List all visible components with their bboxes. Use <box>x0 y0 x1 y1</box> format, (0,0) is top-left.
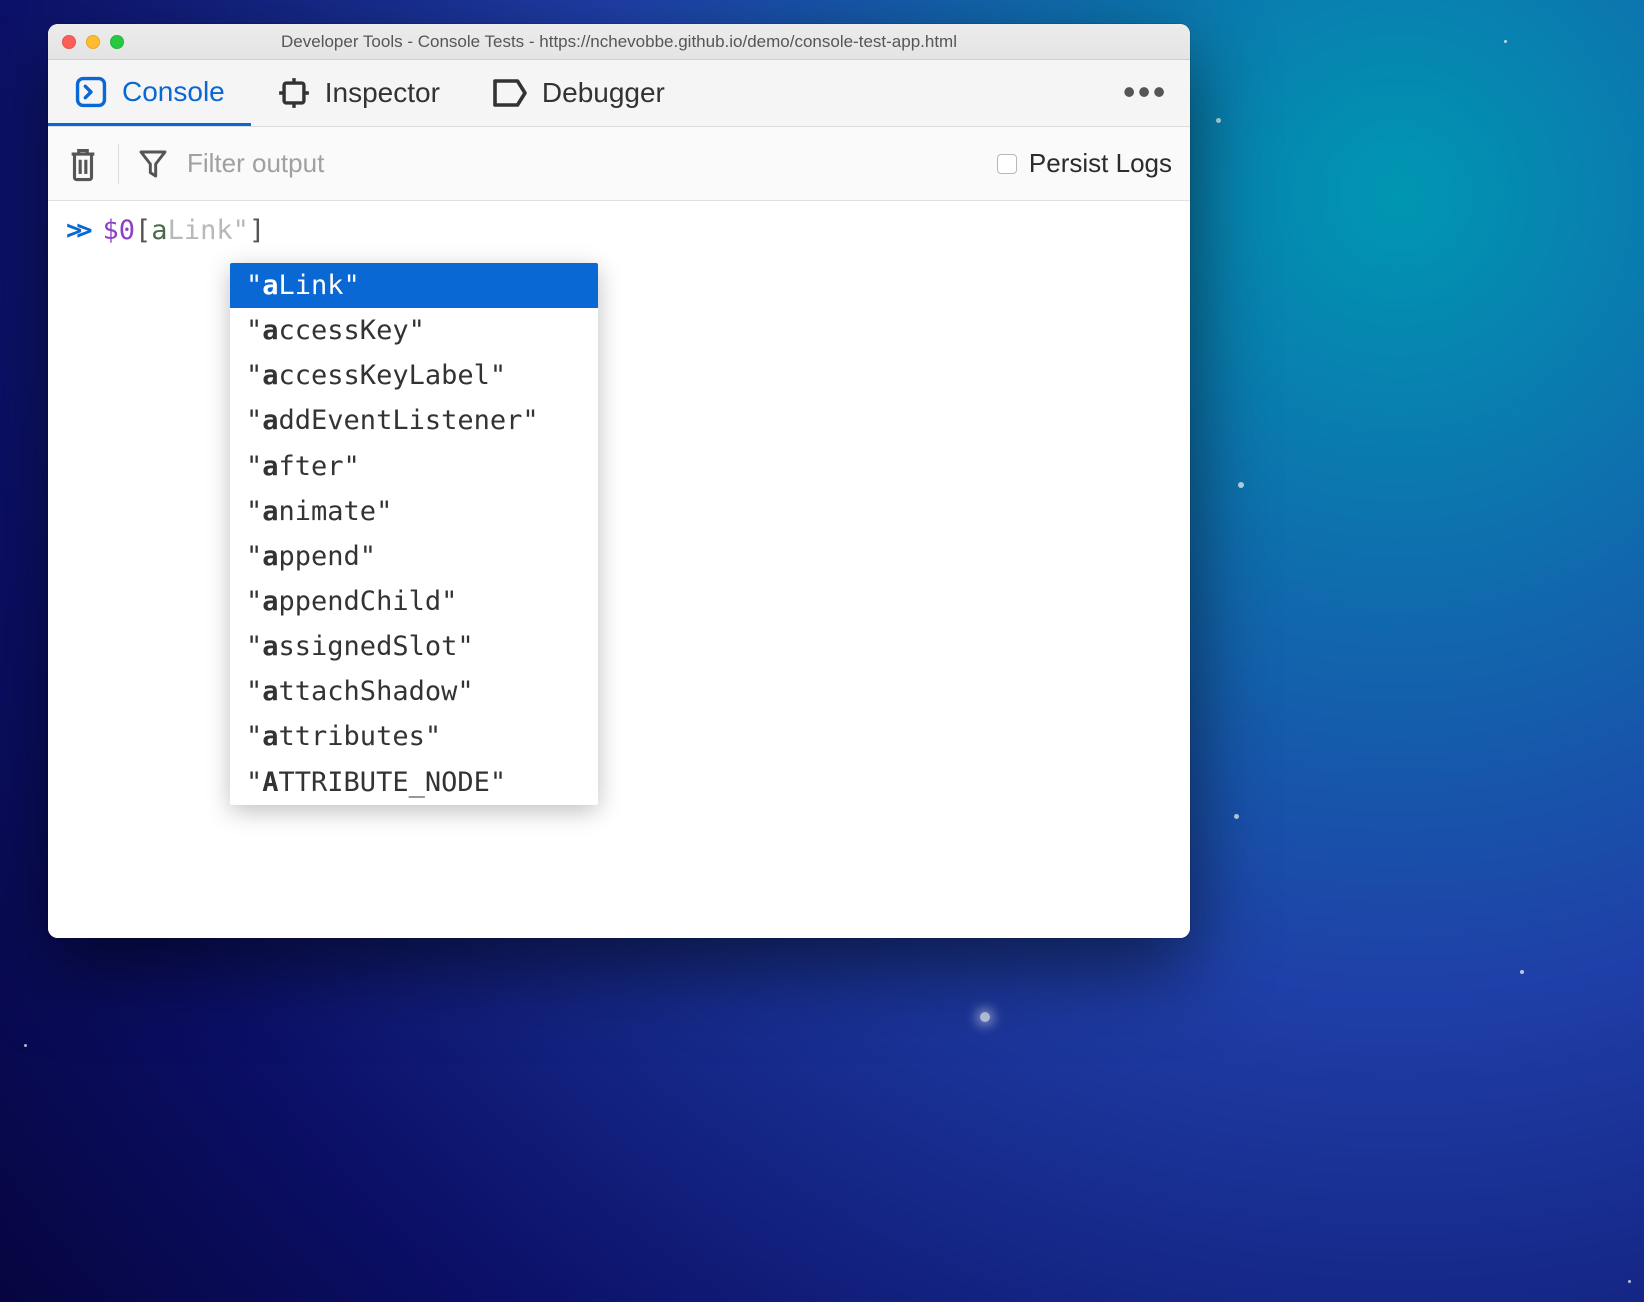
devtools-window: Developer Tools - Console Tests - https:… <box>48 24 1190 938</box>
toolbar-divider <box>118 144 119 184</box>
filter-input[interactable] <box>187 148 997 179</box>
autocomplete-option[interactable]: "attributes" <box>230 714 598 759</box>
window-zoom-button[interactable] <box>110 35 124 49</box>
panel-tabs: Console Inspector Debugger <box>48 60 1190 127</box>
autocomplete-option[interactable]: "assignedSlot" <box>230 624 598 669</box>
autocomplete-option[interactable]: "attachShadow" <box>230 669 598 714</box>
window-close-button[interactable] <box>62 35 76 49</box>
debugger-icon <box>492 78 528 108</box>
autocomplete-option[interactable]: "aLink" <box>230 263 598 308</box>
inspector-icon <box>277 76 311 110</box>
tab-debugger-label: Debugger <box>542 77 665 109</box>
autocomplete-option[interactable]: "addEventListener" <box>230 398 598 443</box>
window-titlebar: Developer Tools - Console Tests - https:… <box>48 24 1190 60</box>
tab-inspector[interactable]: Inspector <box>251 60 466 126</box>
window-minimize-button[interactable] <box>86 35 100 49</box>
console-output: >> $0[aLink"] "aLink""accessKey""accessK… <box>48 201 1190 938</box>
tab-console-label: Console <box>122 76 225 108</box>
autocomplete-popup: "aLink""accessKey""accessKeyLabel""addEv… <box>230 263 598 805</box>
tab-console[interactable]: Console <box>48 60 251 126</box>
tabs-overflow-button[interactable]: ••• <box>1123 74 1168 113</box>
console-toolbar: Persist Logs <box>48 127 1190 201</box>
filter-button[interactable] <box>137 146 169 182</box>
autocomplete-option[interactable]: "accessKeyLabel" <box>230 353 598 398</box>
autocomplete-option[interactable]: "appendChild" <box>230 579 598 624</box>
autocomplete-option[interactable]: "ATTRIBUTE_NODE" <box>230 760 598 805</box>
tab-inspector-label: Inspector <box>325 77 440 109</box>
traffic-lights <box>62 35 124 49</box>
window-title: Developer Tools - Console Tests - https:… <box>60 32 1178 52</box>
console-input-line[interactable]: >> $0[aLink"] <box>48 215 1190 246</box>
persist-logs-label: Persist Logs <box>1029 148 1172 179</box>
autocomplete-option[interactable]: "animate" <box>230 489 598 534</box>
console-icon <box>74 75 108 109</box>
autocomplete-option[interactable]: "after" <box>230 444 598 489</box>
persist-logs-option[interactable]: Persist Logs <box>997 148 1172 179</box>
prompt-icon: >> <box>66 215 87 246</box>
clear-console-button[interactable] <box>66 145 100 183</box>
console-input-text: $0[aLink"] <box>103 215 266 246</box>
tab-debugger[interactable]: Debugger <box>466 60 691 126</box>
autocomplete-option[interactable]: "accessKey" <box>230 308 598 353</box>
persist-logs-checkbox[interactable] <box>997 154 1017 174</box>
autocomplete-option[interactable]: "append" <box>230 534 598 579</box>
